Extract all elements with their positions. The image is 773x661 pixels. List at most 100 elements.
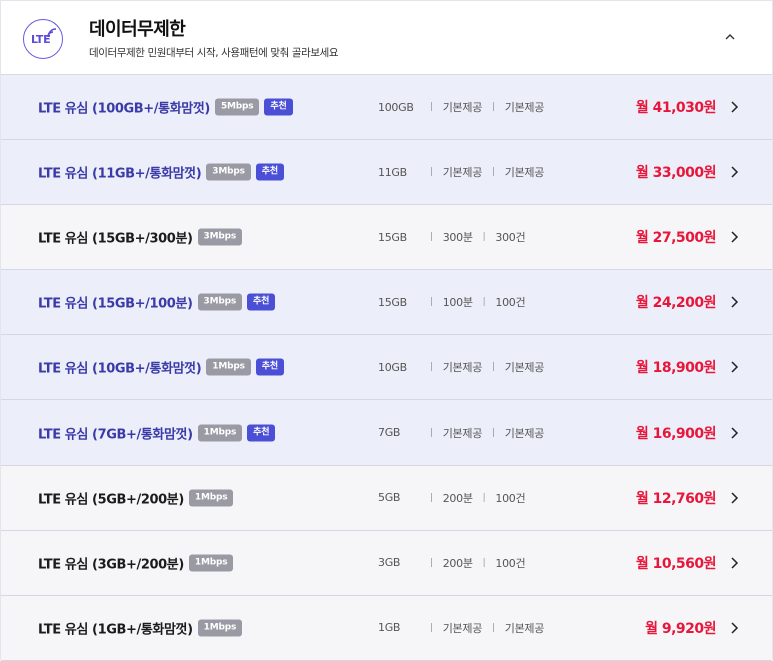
speed-badge: 1Mbps	[197, 619, 243, 637]
plan-row[interactable]: LTE 유심 (3GB+/200분) 1Mbps 3GB | 200분 | 10…	[1, 530, 772, 596]
chevron-right-icon[interactable]	[729, 491, 739, 505]
recommend-badge: 추천	[247, 293, 276, 311]
divider: |	[430, 102, 433, 113]
data-amount: 7GB	[378, 426, 401, 440]
plan-list: LTE 유심 (100GB+/통화맘껏) 5Mbps 추천 100GB | 기본…	[1, 75, 772, 661]
divider: |	[430, 232, 433, 243]
plan-name: LTE 유심 (1GB+/통화맘껏) 1Mbps	[38, 618, 243, 638]
voice-amount: 기본제공	[442, 621, 483, 635]
voice-amount: 200분	[442, 556, 473, 570]
plan-price: 월 10,560원	[635, 555, 717, 572]
chevron-right-icon[interactable]	[729, 165, 739, 179]
recommend-badge: 추천	[255, 163, 284, 181]
plan-row[interactable]: LTE 유심 (5GB+/200분) 1Mbps 5GB | 200분 | 10…	[1, 465, 772, 531]
plan-name-text: LTE 유심 (10GB+/통화맘껏)	[38, 361, 202, 377]
plan-name: LTE 유심 (3GB+/200분) 1Mbps	[38, 553, 234, 573]
plan-row[interactable]: LTE 유심 (15GB+/300분) 3Mbps 15GB | 300분 | …	[1, 205, 772, 271]
divider: |	[492, 167, 495, 178]
divider: |	[430, 362, 433, 373]
plan-name-text: LTE 유심 (1GB+/통화맘껏)	[38, 622, 193, 638]
chevron-right-icon[interactable]	[729, 295, 739, 309]
plan-name-text: LTE 유심 (3GB+/200분)	[38, 557, 184, 573]
divider: |	[492, 102, 495, 113]
sms-amount: 300건	[495, 231, 526, 245]
plan-name: LTE 유심 (5GB+/200분) 1Mbps	[38, 488, 234, 507]
voice-amount: 기본제공	[442, 361, 483, 375]
voice-amount: 기본제공	[442, 166, 483, 180]
plan-price: 월 33,000원	[635, 165, 717, 182]
plan-row[interactable]: LTE 유심 (11GB+/통화맘껏) 3Mbps 추천 11GB | 기본제공…	[1, 140, 772, 206]
divider: |	[430, 492, 433, 503]
plan-price: 월 27,500원	[635, 230, 717, 247]
plan-name-text: LTE 유심 (7GB+/통화맘껏)	[38, 427, 193, 443]
chevron-right-icon[interactable]	[729, 621, 739, 635]
sms-amount: 100건	[495, 556, 526, 570]
chevron-right-icon[interactable]	[729, 426, 739, 440]
voice-amount: 300분	[442, 231, 473, 245]
divider: |	[430, 167, 433, 178]
plan-row[interactable]: LTE 유심 (10GB+/통화맘껏) 1Mbps 추천 10GB | 기본제공…	[1, 335, 772, 401]
speed-badge: 5Mbps	[214, 98, 260, 116]
data-amount: 1GB	[378, 621, 401, 635]
divider: |	[492, 362, 495, 373]
voice-amount: 기본제공	[442, 101, 483, 115]
plan-row[interactable]: LTE 유심 (15GB+/100분) 3Mbps 추천 15GB | 100분…	[1, 270, 772, 336]
panel-header[interactable]: LTE 데이터무제한 데이터무제한 민원대부터 시작, 사용패턴에 맞춰 골라보…	[1, 0, 772, 75]
data-amount: 100GB	[378, 100, 414, 114]
chevron-right-icon[interactable]	[729, 230, 739, 244]
data-amount: 10GB	[378, 360, 407, 374]
sms-amount: 100건	[495, 491, 526, 505]
chevron-right-icon[interactable]	[729, 100, 739, 114]
divider: |	[482, 232, 486, 243]
divider: |	[430, 557, 433, 568]
plan-price: 월 9,920원	[645, 620, 716, 637]
speed-badge: 3Mbps	[197, 228, 243, 246]
speed-badge: 1Mbps	[206, 358, 251, 376]
wifi-signal-icon	[47, 28, 57, 38]
divider: |	[430, 427, 433, 438]
sms-amount: 기본제공	[504, 166, 545, 180]
chevron-up-icon[interactable]	[722, 29, 738, 45]
sms-amount: 기본제공	[504, 101, 545, 115]
recommend-badge: 추천	[247, 424, 276, 442]
plan-specs: 11GB | 기본제공 | 기본제공	[378, 164, 544, 180]
plan-price: 월 18,900원	[635, 360, 717, 377]
plan-name: LTE 유심 (7GB+/통화맘껏) 1Mbps 추천	[38, 423, 276, 443]
plan-name: LTE 유심 (15GB+/100분) 3Mbps 추천	[38, 293, 276, 312]
plan-row[interactable]: LTE 유심 (1GB+/통화맘껏) 1Mbps 1GB | 기본제공 | 기본…	[1, 595, 772, 661]
divider: |	[430, 622, 433, 633]
data-amount: 3GB	[378, 556, 401, 570]
recommend-badge: 추천	[255, 358, 284, 376]
divider: |	[430, 297, 433, 308]
data-amount: 11GB	[378, 165, 407, 179]
plan-row[interactable]: LTE 유심 (7GB+/통화맘껏) 1Mbps 추천 7GB | 기본제공 |…	[1, 400, 772, 466]
plan-specs: 100GB | 기본제공 | 기본제공	[378, 99, 544, 115]
chevron-right-icon[interactable]	[729, 360, 739, 374]
plan-name-text: LTE 유심 (11GB+/통화맘껏)	[38, 166, 202, 182]
plan-price: 월 24,200원	[635, 295, 717, 312]
plan-price: 월 12,760원	[635, 490, 717, 507]
voice-amount: 200분	[442, 491, 473, 505]
plan-specs: 15GB | 100분 | 100건	[378, 294, 526, 310]
plan-specs: 1GB | 기본제공 | 기본제공	[378, 620, 544, 636]
plan-specs: 5GB | 200분 | 100건	[378, 490, 526, 506]
chevron-right-icon[interactable]	[729, 556, 739, 570]
plan-specs: 3GB | 200분 | 100건	[378, 555, 526, 571]
page-title: 데이터무제한	[89, 19, 186, 40]
speed-badge: 3Mbps	[197, 293, 243, 311]
plan-price: 월 16,900원	[635, 425, 717, 442]
plan-name-text: LTE 유심 (15GB+/300분)	[38, 231, 193, 247]
speed-badge: 1Mbps	[188, 489, 234, 507]
recommend-badge: 추천	[264, 98, 293, 116]
data-amount: 15GB	[378, 230, 407, 244]
divider: |	[482, 557, 486, 568]
plan-name-text: LTE 유심 (15GB+/100분)	[38, 296, 193, 312]
plan-panel: LTE 데이터무제한 데이터무제한 민원대부터 시작, 사용패턴에 맞춰 골라보…	[0, 0, 773, 661]
page-subtitle: 데이터무제한 민원대부터 시작, 사용패턴에 맞춰 골라보세요	[89, 47, 339, 59]
speed-badge: 1Mbps	[197, 424, 243, 442]
plan-row[interactable]: LTE 유심 (100GB+/통화맘껏) 5Mbps 추천 100GB | 기본…	[1, 75, 772, 141]
speed-badge: 1Mbps	[188, 554, 234, 572]
voice-amount: 기본제공	[442, 426, 483, 440]
speed-badge: 3Mbps	[206, 163, 251, 181]
voice-amount: 100분	[442, 296, 473, 310]
